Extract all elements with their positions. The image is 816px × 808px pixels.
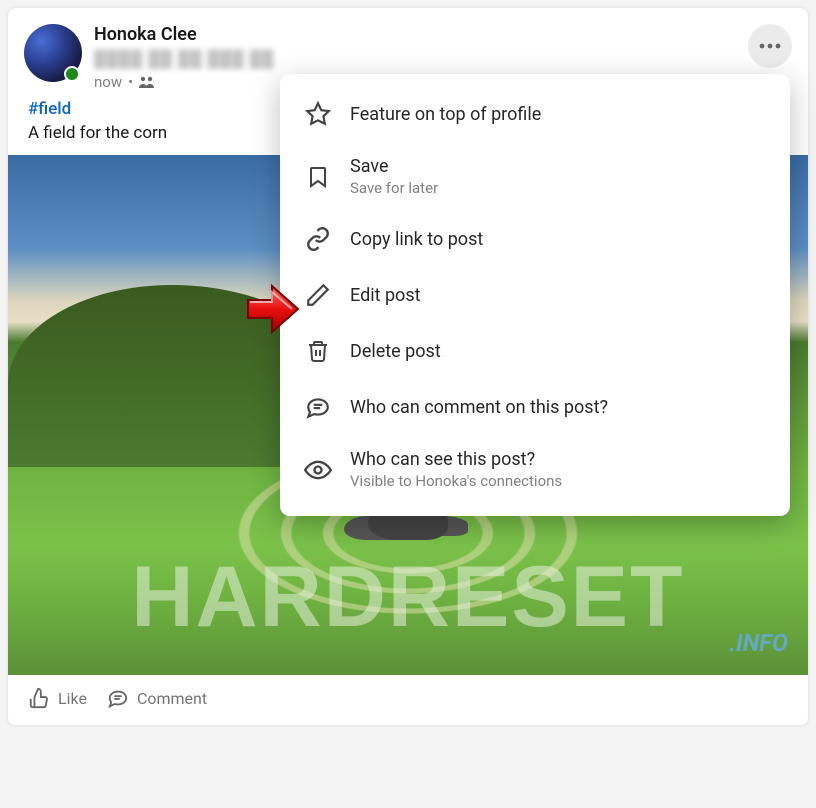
- watermark-small: .INFO: [729, 629, 788, 657]
- trash-icon: [304, 337, 332, 365]
- hashtag-link[interactable]: #field: [28, 99, 71, 119]
- menu-who-comment-label: Who can comment on this post?: [350, 397, 608, 418]
- like-button[interactable]: Like: [28, 687, 87, 709]
- menu-item-save[interactable]: Save Save for later: [280, 142, 790, 211]
- separator: •: [128, 73, 133, 91]
- link-icon: [304, 225, 332, 253]
- annotation-arrow: [244, 280, 302, 342]
- menu-who-see-label: Who can see this post?: [350, 449, 562, 470]
- like-label: Like: [58, 689, 87, 708]
- visibility-icon: [139, 75, 157, 89]
- pencil-icon: [304, 281, 332, 309]
- post-card: Honoka Clee ████ ██ ██ ███ ██ now • #fie…: [8, 8, 808, 725]
- menu-feature-label: Feature on top of profile: [350, 104, 541, 125]
- menu-save-label: Save: [350, 156, 438, 177]
- menu-item-copy[interactable]: Copy link to post: [280, 211, 790, 267]
- author-headline-blurred: ████ ██ ██ ███ ██: [94, 49, 274, 69]
- bookmark-icon: [304, 163, 332, 191]
- menu-delete-label: Delete post: [350, 341, 441, 362]
- comment-bubble-icon: [107, 687, 129, 709]
- menu-edit-label: Edit post: [350, 285, 421, 306]
- star-icon: [304, 100, 332, 128]
- watermark-text: HARDRESET: [28, 548, 788, 647]
- author-name[interactable]: Honoka Clee: [94, 24, 792, 45]
- avatar-wrap[interactable]: [24, 24, 82, 82]
- thumbs-up-icon: [28, 687, 50, 709]
- action-bar: Like Comment: [8, 675, 808, 725]
- comment-button[interactable]: Comment: [107, 687, 207, 709]
- menu-item-delete[interactable]: Delete post: [280, 323, 790, 379]
- ellipsis-icon: [758, 43, 782, 49]
- menu-save-sub: Save for later: [350, 179, 438, 197]
- comment-label: Comment: [137, 689, 207, 708]
- menu-item-who-see[interactable]: Who can see this post? Visible to Honoka…: [280, 435, 790, 504]
- menu-copy-label: Copy link to post: [350, 229, 483, 250]
- menu-who-see-sub: Visible to Honoka's connections: [350, 472, 562, 490]
- post-time: now: [94, 73, 122, 91]
- menu-item-edit[interactable]: Edit post: [280, 267, 790, 323]
- post-options-menu: Feature on top of profile Save Save for …: [280, 74, 790, 516]
- overflow-button[interactable]: [748, 24, 792, 68]
- menu-item-feature[interactable]: Feature on top of profile: [280, 86, 790, 142]
- menu-item-who-comment[interactable]: Who can comment on this post?: [280, 379, 790, 435]
- speech-bubble-icon: [304, 393, 332, 421]
- presence-indicator: [64, 66, 80, 82]
- eye-icon: [304, 456, 332, 484]
